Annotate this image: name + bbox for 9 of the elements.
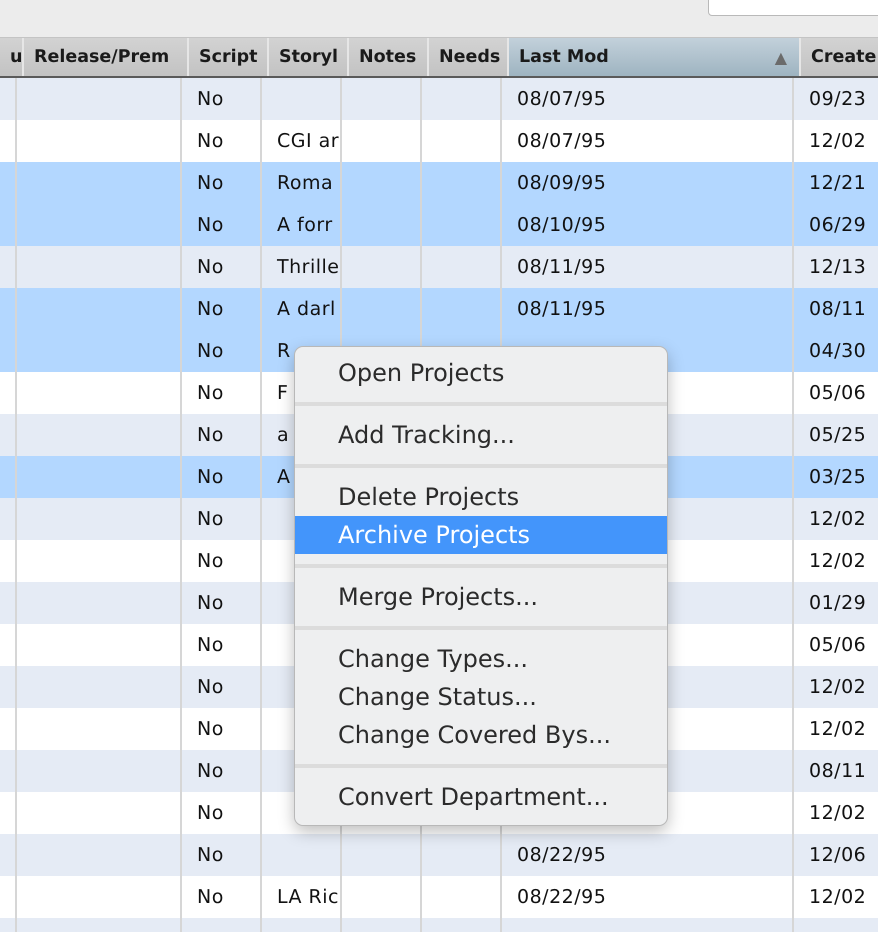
column-label: Notes xyxy=(359,47,416,67)
column-label: u xyxy=(10,47,22,67)
column-label: Script xyxy=(199,47,258,67)
column-label: Release/Prem xyxy=(34,47,170,67)
sort-arrow: ▲ xyxy=(774,48,787,66)
column-label: Create xyxy=(811,47,876,67)
column-label: Needs xyxy=(439,47,500,67)
column-label: Last Mod xyxy=(519,47,609,67)
column-label: Storyl xyxy=(279,47,338,67)
